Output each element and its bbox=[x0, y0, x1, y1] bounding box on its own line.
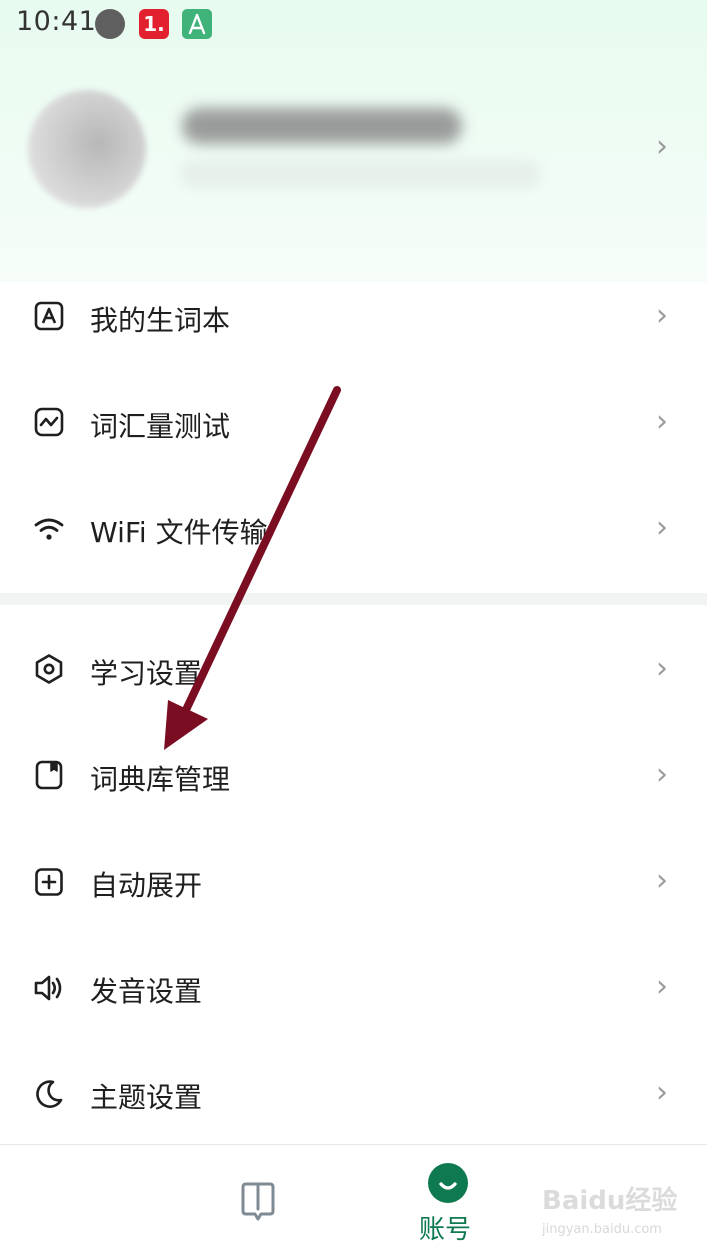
chevron-right-icon: › bbox=[656, 969, 668, 1004]
profile-subtitle-blurred bbox=[180, 160, 540, 188]
nav-tab-book[interactable] bbox=[237, 1181, 279, 1223]
badge-icon: 1. bbox=[139, 9, 169, 39]
menu-item-pronunciation-settings[interactable]: 发音设置 › bbox=[0, 934, 707, 1040]
chart-icon bbox=[34, 407, 64, 437]
plus-square-icon bbox=[35, 868, 63, 896]
circle-icon bbox=[95, 9, 125, 39]
menu-label: WiFi 文件传输 bbox=[90, 516, 268, 549]
menu-label: 主题设置 bbox=[90, 1081, 203, 1114]
speaker-icon bbox=[34, 975, 62, 1001]
book-icon bbox=[241, 1182, 275, 1221]
menu-item-theme-settings[interactable]: 主题设置 › bbox=[0, 1040, 707, 1146]
menu-label: 词汇量测试 bbox=[90, 410, 231, 443]
menu-item-auto-expand[interactable]: 自动展开 › bbox=[0, 828, 707, 934]
menu-item-dictionary-management[interactable]: 词典库管理 › bbox=[0, 722, 707, 828]
chevron-right-icon: › bbox=[656, 757, 668, 792]
moon-icon bbox=[36, 1080, 63, 1108]
wifi-icon bbox=[34, 518, 64, 540]
section-divider bbox=[0, 593, 707, 605]
chevron-right-icon: › bbox=[656, 129, 668, 164]
chevron-right-icon: › bbox=[656, 298, 668, 333]
menu-item-study-settings[interactable]: 学习设置 › bbox=[0, 616, 707, 722]
menu-label: 自动展开 bbox=[90, 869, 203, 902]
chevron-right-icon: › bbox=[656, 651, 668, 686]
menu-label: 学习设置 bbox=[90, 657, 203, 690]
profile-name-blurred bbox=[182, 108, 462, 144]
account-icon[interactable] bbox=[428, 1163, 468, 1203]
status-bar: 10:41 1. bbox=[0, 0, 707, 48]
menu-item-wifi-transfer[interactable]: WiFi 文件传输 › bbox=[0, 475, 707, 581]
chevron-right-icon: › bbox=[656, 404, 668, 439]
chevron-right-icon: › bbox=[656, 863, 668, 898]
watermark: Baidu经验 bbox=[542, 1186, 678, 1216]
chevron-right-icon: › bbox=[656, 1075, 668, 1110]
dictionary-icon bbox=[35, 760, 63, 790]
app-icon bbox=[182, 9, 212, 39]
menu-item-vocab-test[interactable]: 词汇量测试 › bbox=[0, 369, 707, 475]
profile-card[interactable]: › bbox=[0, 90, 707, 210]
menu-label: 发音设置 bbox=[90, 975, 203, 1008]
menu-label: 词典库管理 bbox=[90, 763, 231, 796]
wordbook-icon bbox=[34, 301, 64, 331]
menu-item-wordbook[interactable]: 我的生词本 › bbox=[0, 263, 707, 369]
menu-label: 我的生词本 bbox=[90, 304, 231, 337]
avatar[interactable] bbox=[28, 90, 146, 208]
watermark-url: jingyan.baidu.com bbox=[542, 1222, 662, 1237]
hexagon-settings-icon bbox=[35, 654, 63, 684]
chevron-right-icon: › bbox=[656, 510, 668, 545]
nav-tab-account-label[interactable]: 账号 bbox=[419, 1209, 471, 1246]
status-time: 10:41 bbox=[16, 6, 97, 37]
